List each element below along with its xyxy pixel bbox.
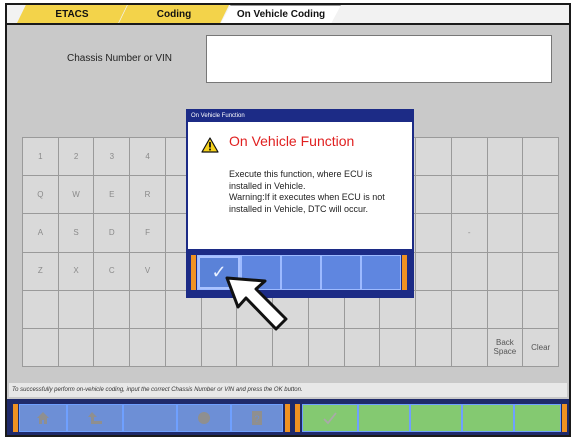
dialog-titlebar: On Vehicle Function xyxy=(188,111,412,122)
keyboard-key[interactable] xyxy=(523,176,559,215)
dialog-cap-left xyxy=(191,255,196,290)
keyboard-key[interactable] xyxy=(94,290,131,329)
dialog-heading: On Vehicle Function xyxy=(229,133,355,149)
toolbar-cap-left xyxy=(13,404,18,432)
home-button[interactable] xyxy=(19,404,67,432)
keyboard-key-f[interactable]: F xyxy=(130,214,166,253)
tab-on-vehicle-coding[interactable]: On Vehicle Coding xyxy=(221,5,341,23)
keyboard-key[interactable] xyxy=(523,214,559,253)
help-icon: ? xyxy=(252,411,262,425)
keyboard-key[interactable] xyxy=(58,290,95,329)
home-icon xyxy=(37,412,49,424)
keyboard-key-r[interactable]: R xyxy=(130,176,166,215)
keyboard-key[interactable] xyxy=(487,252,524,291)
keyboard-key-d[interactable]: D xyxy=(94,214,131,253)
dialog-cap-right xyxy=(402,255,407,290)
keyboard-key[interactable] xyxy=(308,328,345,367)
toolbar-green-button[interactable] xyxy=(358,404,410,432)
keyboard-key[interactable] xyxy=(451,252,488,291)
keyboard-key[interactable] xyxy=(487,214,524,253)
toolbar-green-button[interactable] xyxy=(410,404,462,432)
keyboard-key-q[interactable]: Q xyxy=(23,176,59,215)
keyboard-key[interactable] xyxy=(487,138,524,177)
keyboard-key[interactable] xyxy=(416,138,452,177)
back-button[interactable] xyxy=(67,404,123,432)
app-window: ETACS Coding On Vehicle Coding Chassis N… xyxy=(5,3,571,437)
keyboard-key[interactable] xyxy=(487,290,524,329)
vin-label: Chassis Number or VIN xyxy=(67,53,173,64)
keyboard-key[interactable] xyxy=(58,328,95,367)
keyboard-key[interactable] xyxy=(451,176,488,215)
toolbar-empty-button[interactable] xyxy=(123,404,177,432)
pointer-arrow-icon xyxy=(225,276,288,331)
keyboard-key[interactable] xyxy=(523,290,559,329)
tab-coding[interactable]: Coding xyxy=(119,5,229,23)
keyboard-key-4[interactable]: 4 xyxy=(130,138,166,177)
keyboard-key[interactable] xyxy=(451,290,488,329)
tab-etacs[interactable]: ETACS xyxy=(17,5,127,23)
svg-text:?: ? xyxy=(254,414,259,424)
keyboard-key-s[interactable]: S xyxy=(58,214,95,253)
keyboard-key[interactable] xyxy=(130,328,166,367)
toolbar-cap-mid-right xyxy=(295,404,300,432)
keyboard-key-x[interactable]: X xyxy=(58,252,95,291)
keyboard-key-c[interactable]: C xyxy=(94,252,131,291)
on-vehicle-function-dialog: On Vehicle Function On Vehicle Function … xyxy=(186,109,414,298)
keyboard-key[interactable] xyxy=(416,214,452,253)
back-space-key[interactable]: Back Space xyxy=(487,328,524,367)
clear-key[interactable]: Clear xyxy=(523,328,559,367)
keyboard-key[interactable] xyxy=(416,328,452,367)
keyboard-key-3[interactable]: 3 xyxy=(94,138,131,177)
keyboard-key[interactable] xyxy=(416,252,452,291)
confirm-button[interactable] xyxy=(302,404,358,432)
keyboard-key[interactable] xyxy=(130,290,166,329)
warning-icon xyxy=(201,137,219,153)
back-arrow-icon xyxy=(88,412,102,424)
print-button[interactable] xyxy=(177,404,231,432)
keyboard-key-dash[interactable]: - xyxy=(451,214,488,253)
keyboard-key[interactable] xyxy=(451,328,488,367)
print-icon xyxy=(198,412,210,424)
bottom-toolbar: ? xyxy=(7,399,569,435)
keyboard-key-z[interactable]: Z xyxy=(23,252,59,291)
toolbar-green-button[interactable] xyxy=(514,404,561,432)
dialog-empty-button[interactable] xyxy=(361,255,401,290)
keyboard-key[interactable] xyxy=(23,328,59,367)
keyboard-key-v[interactable]: V xyxy=(130,252,166,291)
keyboard-key[interactable] xyxy=(451,138,488,177)
keyboard-key[interactable] xyxy=(380,328,417,367)
keyboard-key-w[interactable]: W xyxy=(58,176,95,215)
vin-input[interactable] xyxy=(206,35,552,83)
keyboard-key[interactable] xyxy=(344,328,381,367)
keyboard-key[interactable] xyxy=(523,138,559,177)
keyboard-key-2[interactable]: 2 xyxy=(58,138,95,177)
dialog-empty-button[interactable] xyxy=(321,255,361,290)
keyboard-key-a[interactable]: A xyxy=(23,214,59,253)
keyboard-key[interactable] xyxy=(23,290,59,329)
keyboard-key[interactable] xyxy=(416,290,452,329)
keyboard-key[interactable] xyxy=(487,176,524,215)
keyboard-key-1[interactable]: 1 xyxy=(23,138,59,177)
help-button[interactable]: ? xyxy=(231,404,283,432)
toolbar-cap-mid-left xyxy=(285,404,290,432)
keyboard-key-e[interactable]: E xyxy=(94,176,131,215)
dialog-message: Execute this function, where ECU is inst… xyxy=(229,169,385,214)
tab-bar: ETACS Coding On Vehicle Coding xyxy=(7,5,569,25)
keyboard-key[interactable] xyxy=(416,176,452,215)
check-icon xyxy=(323,412,337,425)
toolbar-green-button[interactable] xyxy=(462,404,514,432)
toolbar-cap-right xyxy=(562,404,567,432)
keyboard-key[interactable] xyxy=(165,328,202,367)
keyboard-key[interactable] xyxy=(523,252,559,291)
keyboard-key[interactable] xyxy=(94,328,131,367)
status-bar: To successfully perform on-vehicle codin… xyxy=(9,383,567,397)
